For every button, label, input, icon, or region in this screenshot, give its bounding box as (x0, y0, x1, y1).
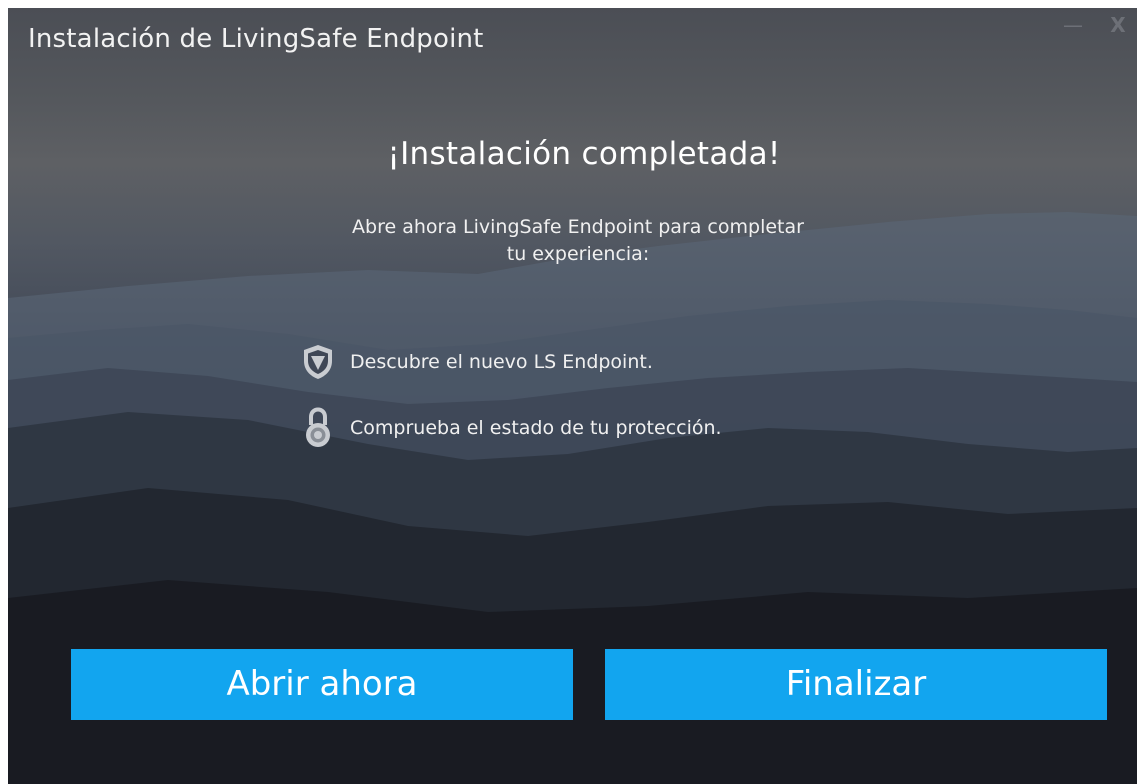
subtitle: Abre ahora LivingSafe Endpoint para comp… (238, 214, 918, 268)
subtitle-line-1: Abre ahora LivingSafe Endpoint para comp… (352, 216, 804, 238)
lock-icon (300, 407, 336, 448)
close-button[interactable]: X (1105, 12, 1131, 38)
installer-window: Instalación de LivingSafe Endpoint — X ¡… (8, 8, 1137, 784)
completion-heading: ¡Instalación completada! (387, 136, 781, 172)
subtitle-line-2: tu experiencia: (506, 243, 650, 265)
open-now-button[interactable]: Abrir ahora (71, 649, 573, 720)
feature-item: Descubre el nuevo LS Endpoint. (300, 342, 653, 382)
feature-label: Comprueba el estado de tu protección. (350, 417, 722, 439)
window-title: Instalación de LivingSafe Endpoint (28, 24, 484, 54)
shield-icon (300, 342, 336, 382)
feature-label: Descubre el nuevo LS Endpoint. (350, 351, 653, 373)
feature-item: Comprueba el estado de tu protección. (300, 407, 722, 448)
finish-button[interactable]: Finalizar (605, 649, 1107, 720)
title-bar: Instalación de LivingSafe Endpoint — X (8, 8, 1137, 72)
minimize-button[interactable]: — (1060, 12, 1086, 38)
